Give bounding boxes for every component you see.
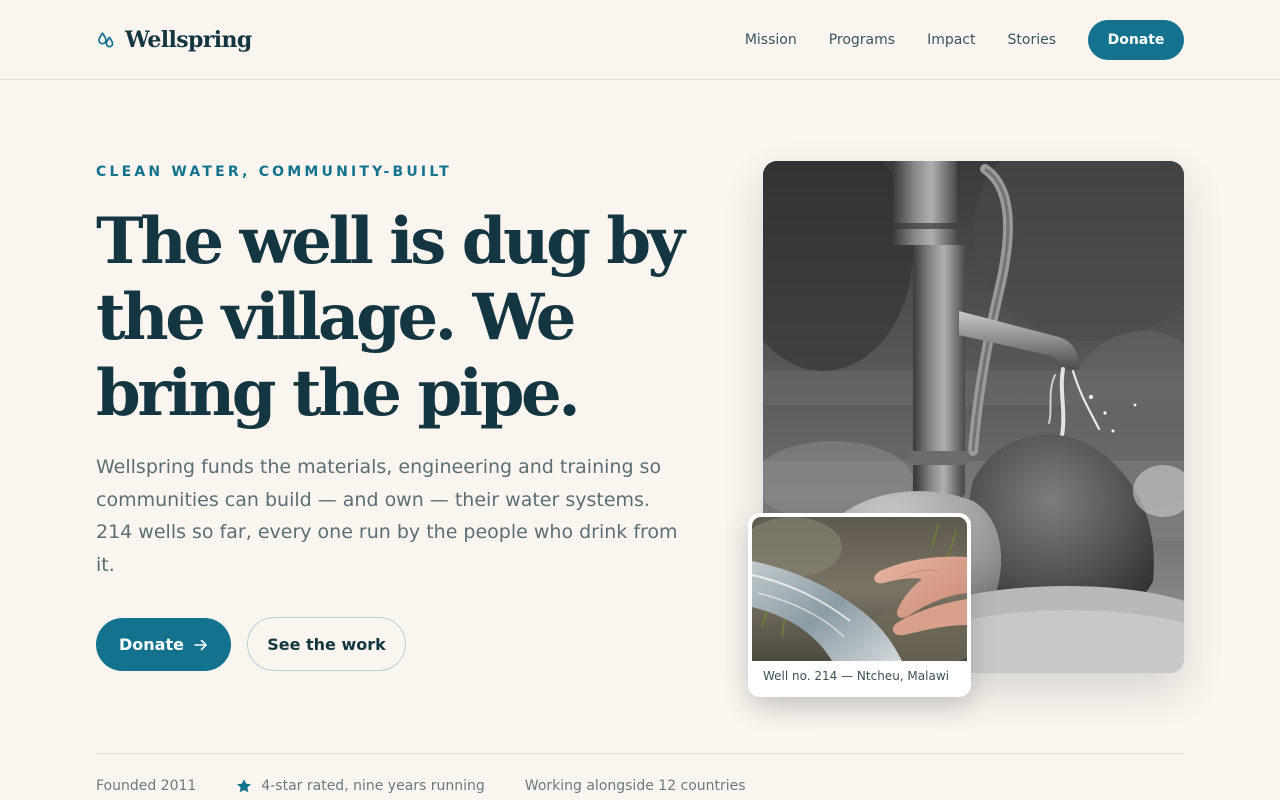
hero-description: Wellspring funds the materials, engineer… (96, 456, 678, 576)
see-the-work-button[interactable]: See the work (247, 617, 406, 671)
trust-countries: Working alongside 12 countries (524, 778, 746, 794)
nav-item-stories[interactable]: Stories (1008, 20, 1057, 60)
trust-rating: 4-star rated, nine years running (236, 778, 485, 794)
hands-in-water-photo (752, 517, 967, 661)
hero-headline: The well is dug by the village. We bring… (96, 204, 685, 431)
hero-donate-button[interactable]: Donate (96, 618, 231, 671)
hero-eyebrow: CLEAN WATER, COMMUNITY-BUILT (96, 164, 452, 180)
water-drops-icon (98, 32, 114, 48)
nav-item-mission[interactable]: Mission (745, 20, 797, 60)
trust-founded: Founded 2011 (96, 778, 197, 794)
photo-caption: Well no. 214 — Ntcheu, Malawi (763, 669, 949, 683)
well-photo-card: Well no. 214 — Ntcheu, Malawi (748, 513, 971, 697)
main-nav: Mission Programs Impact Stories Donate (745, 20, 1184, 60)
section-divider (96, 753, 1184, 754)
trust-rating-text: 4-star rated, nine years running (261, 778, 485, 794)
trust-strip: Founded 2011 4-star rated, nine years ru… (96, 778, 746, 794)
brand-name: Wellspring (125, 27, 252, 53)
nav-item-impact[interactable]: Impact (927, 20, 975, 60)
site-header: Wellspring Mission Programs Impact Stori… (0, 0, 1280, 80)
hero-donate-label: Donate (119, 635, 184, 654)
arrow-right-icon (194, 639, 207, 650)
star-icon (237, 779, 252, 793)
brand-logo[interactable]: Wellspring (96, 26, 252, 54)
header-donate-button[interactable]: Donate (1088, 20, 1184, 60)
nav-item-programs[interactable]: Programs (829, 20, 895, 60)
